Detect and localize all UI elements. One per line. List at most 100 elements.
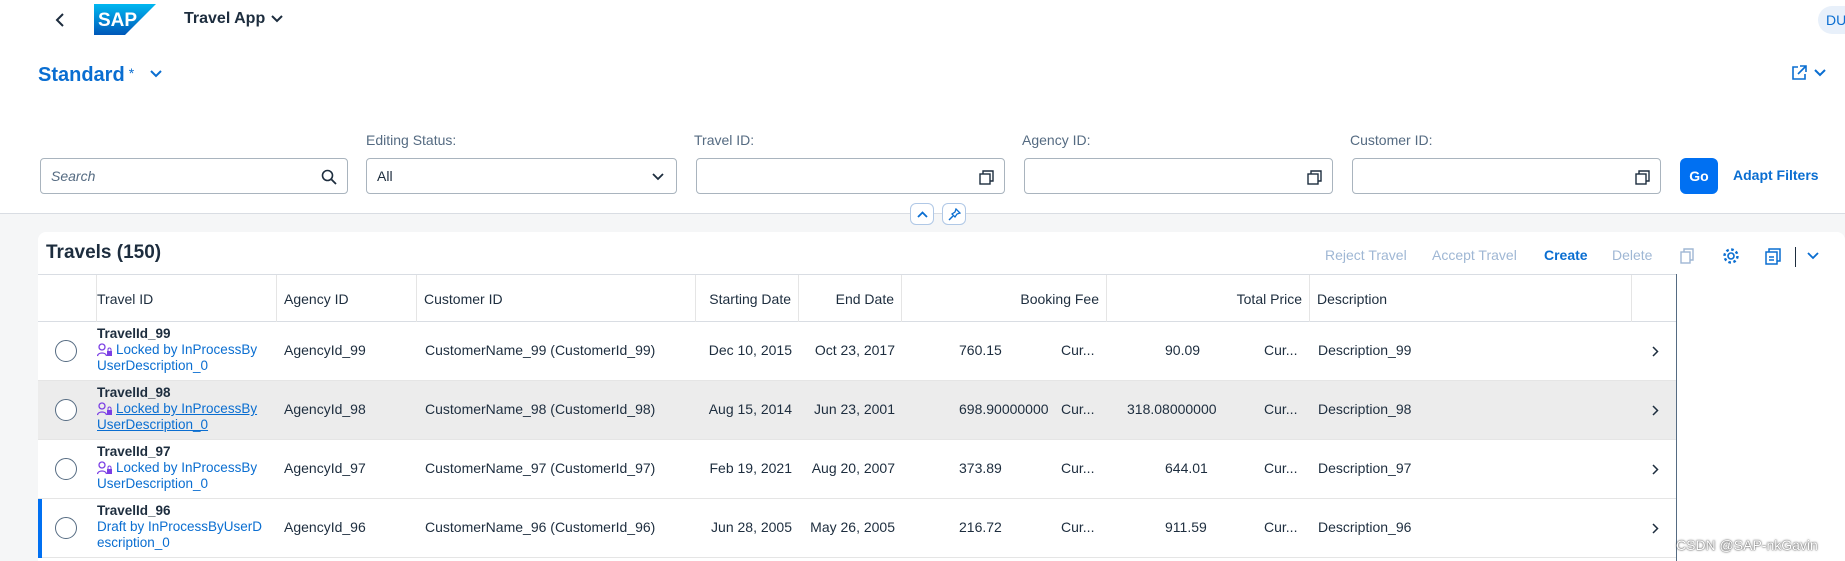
draft-status-link[interactable]: Draft by InProcessByUserD (97, 519, 267, 535)
table-row[interactable]: TravelId_99 Locked by InProcessBy UserDe… (38, 322, 1676, 381)
total-price-currency: Cur... (1264, 401, 1298, 417)
avatar[interactable]: DU (1818, 6, 1845, 34)
search-icon[interactable] (320, 168, 338, 186)
description-cell: Description_96 (1318, 519, 1412, 535)
agency-id-cell: AgencyId_98 (284, 401, 366, 417)
chevron-down-icon (1807, 252, 1819, 260)
total-price-currency: Cur... (1264, 460, 1298, 476)
shell-bar: SAP Travel App DU (0, 0, 1845, 40)
total-price-currency: Cur... (1264, 519, 1298, 535)
travel-id-cell: TravelId_99 Locked by InProcessBy UserDe… (97, 326, 267, 374)
app-title-menu[interactable]: Travel App (184, 10, 283, 28)
chevron-right-icon[interactable] (1648, 344, 1662, 358)
reject-travel-button[interactable]: Reject Travel (1325, 247, 1407, 263)
adapt-filters-button[interactable]: Adapt Filters (1733, 167, 1819, 183)
value-help-icon[interactable] (977, 168, 995, 186)
locked-user-icon (97, 343, 112, 357)
lock-status-text: Locked by InProcessBy (116, 460, 258, 475)
variant-selector[interactable]: Standard * (38, 64, 162, 87)
lock-status-text-continued[interactable]: UserDescription_0 (97, 476, 267, 492)
column-header-starting-date[interactable]: Starting Date (696, 275, 799, 322)
draft-status-text-continued[interactable]: escription_0 (97, 535, 267, 551)
column-header-description[interactable]: Description (1310, 275, 1632, 322)
search-input[interactable]: Search (40, 158, 348, 194)
travel-id-cell: TravelId_98 Locked by InProcessBy UserDe… (97, 385, 267, 433)
export-menu-button[interactable] (1802, 245, 1824, 267)
value-help-icon[interactable] (1633, 168, 1651, 186)
agency-id-input[interactable] (1024, 158, 1333, 194)
customer-id-cell: CustomerName_98 (CustomerId_98) (425, 401, 656, 417)
delete-button[interactable]: Delete (1612, 247, 1652, 263)
lock-status-text-continued[interactable]: UserDescription_0 (97, 358, 267, 374)
row-select-radio[interactable] (55, 340, 77, 362)
toolbar-separator (1795, 247, 1796, 267)
agency-id-cell: AgencyId_99 (284, 342, 366, 358)
booking-fee-currency: Cur... (1061, 342, 1095, 358)
table-row[interactable]: TravelId_98 Locked by InProcessBy UserDe… (38, 381, 1676, 440)
chevron-right-icon[interactable] (1648, 462, 1662, 476)
total-price-amount: 318.08000000 (1127, 401, 1217, 417)
agency-id-cell: AgencyId_96 (284, 519, 366, 535)
lock-status-link[interactable]: Locked by InProcessBy (97, 342, 267, 358)
table-row[interactable]: TravelId_97 Locked by InProcessBy UserDe… (38, 440, 1676, 499)
row-select-radio[interactable] (55, 399, 77, 421)
watermark: CSDN @SAP-nkGavin (1676, 537, 1818, 553)
sap-logo[interactable]: SAP (94, 4, 156, 35)
travel-id-cell: TravelId_97 Locked by InProcessBy UserDe… (97, 444, 267, 492)
description-cell: Description_97 (1318, 460, 1412, 476)
lock-status-link[interactable]: Locked by InProcessBy (97, 460, 267, 476)
column-header-travel-id[interactable]: Travel ID (90, 275, 277, 322)
editing-status-select[interactable]: All (366, 158, 677, 194)
travel-id-value: TravelId_97 (97, 444, 171, 459)
starting-date-cell: Dec 10, 2015 (708, 342, 792, 358)
column-header-customer-id[interactable]: Customer ID (417, 275, 696, 322)
select-column-header (38, 275, 97, 322)
lock-status-link[interactable]: Locked by InProcessBy (97, 401, 267, 417)
svg-text:SAP: SAP (98, 10, 137, 31)
collapse-header-button[interactable] (910, 203, 934, 225)
app-title: Travel App (184, 10, 266, 27)
export-button[interactable] (1762, 245, 1784, 267)
travel-id-value: TravelId_96 (97, 503, 171, 518)
column-header-total-price[interactable]: Total Price (1107, 275, 1310, 322)
travel-id-input[interactable] (696, 158, 1005, 194)
chevron-right-icon[interactable] (1648, 521, 1662, 535)
column-header-agency-id[interactable]: Agency ID (277, 275, 417, 322)
booking-fee-currency: Cur... (1061, 401, 1095, 417)
booking-fee-amount: 216.72 (959, 519, 1002, 535)
customer-id-cell: CustomerName_97 (CustomerId_97) (425, 460, 656, 476)
end-date-cell: May 26, 2005 (810, 519, 895, 535)
back-button[interactable] (48, 8, 72, 32)
row-select-radio[interactable] (55, 458, 77, 480)
chevron-right-icon[interactable] (1648, 403, 1662, 417)
go-button[interactable]: Go (1680, 158, 1718, 194)
table-title: Travels (150) (46, 242, 162, 263)
share-icon (1792, 65, 1807, 80)
locked-user-icon (97, 461, 112, 475)
locked-user-icon (97, 402, 112, 416)
value-help-icon[interactable] (1305, 168, 1323, 186)
customer-id-label: Customer ID: (1350, 132, 1433, 148)
chevron-down-icon (649, 168, 667, 186)
pin-icon (947, 207, 961, 221)
starting-date-cell: Feb 19, 2021 (709, 460, 792, 476)
accept-travel-button[interactable]: Accept Travel (1432, 247, 1517, 263)
booking-fee-amount: 698.90000000 (959, 401, 1049, 417)
travels-table-card: Travels (150) Reject Travel Accept Trave… (38, 232, 1845, 561)
pin-header-button[interactable] (942, 203, 966, 225)
variant-name: Standard (38, 64, 125, 86)
table-row[interactable]: TravelId_96 Draft by InProcessByUserD es… (38, 499, 1676, 558)
customer-id-input[interactable] (1352, 158, 1661, 194)
column-header-booking-fee[interactable]: Booking Fee (902, 275, 1107, 322)
row-select-radio[interactable] (55, 517, 77, 539)
copy-button[interactable] (1676, 245, 1698, 267)
booking-fee-currency: Cur... (1061, 460, 1095, 476)
share-button[interactable] (1790, 64, 1826, 82)
create-button[interactable]: Create (1544, 247, 1588, 263)
travel-id-value: TravelId_98 (97, 385, 171, 400)
booking-fee-amount: 760.15 (959, 342, 1002, 358)
customer-id-cell: CustomerName_99 (CustomerId_99) (425, 342, 656, 358)
column-header-end-date[interactable]: End Date (799, 275, 902, 322)
lock-status-text-continued[interactable]: UserDescription_0 (97, 417, 267, 433)
table-settings-button[interactable] (1720, 245, 1742, 267)
